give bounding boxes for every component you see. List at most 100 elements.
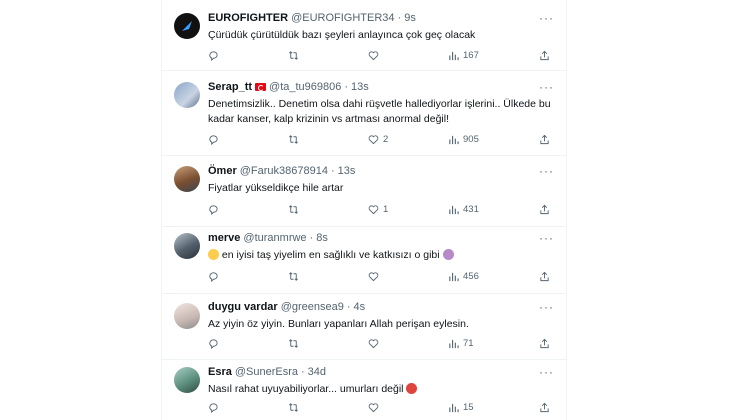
retweet-button[interactable] xyxy=(288,402,368,413)
reply-icon xyxy=(209,51,218,61)
separator-dot: · xyxy=(330,165,335,177)
share-icon xyxy=(540,50,549,61)
tweet[interactable]: Ömer @Faruk38678914 · 13s ··· Fiyatlar y… xyxy=(162,156,566,227)
timestamp[interactable]: 9s xyxy=(404,11,416,25)
reply-button[interactable] xyxy=(208,402,288,413)
more-options-icon[interactable]: ··· xyxy=(539,164,554,178)
separator-dot: · xyxy=(397,12,402,24)
share-button[interactable] xyxy=(539,134,554,145)
retweet-icon xyxy=(289,403,298,412)
views-count: 71 xyxy=(463,338,474,349)
avatar[interactable] xyxy=(174,367,200,393)
tweet-text: Fiyatlar yükseldikçe hile artar xyxy=(208,182,344,194)
retweet-icon xyxy=(289,339,298,348)
views-button[interactable]: 71 xyxy=(448,338,528,349)
like-count: 2 xyxy=(383,134,389,145)
user-handle[interactable]: @SunerEsra xyxy=(235,365,298,379)
reply-button[interactable] xyxy=(208,271,288,282)
more-options-icon[interactable]: ··· xyxy=(539,300,554,314)
tweet-text-content: en iyisi taş yiyelim en sağlıklı ve katk… xyxy=(221,249,440,261)
reply-icon xyxy=(209,135,218,145)
woman-facepalming-emoji-icon xyxy=(442,249,454,260)
views-icon xyxy=(449,403,459,413)
share-icon xyxy=(540,271,549,282)
views-icon xyxy=(449,339,459,349)
timestamp[interactable]: 4s xyxy=(354,300,366,314)
timestamp[interactable]: 13s xyxy=(338,164,356,178)
more-options-icon[interactable]: ··· xyxy=(539,80,554,94)
tweet[interactable]: Serap_tt @ta_tu969806 · 13s ··· Denetims… xyxy=(162,71,566,156)
retweet-button[interactable] xyxy=(288,338,368,349)
tweet[interactable]: duygu vardar @greensea9 · 4s ··· Az yiyi… xyxy=(162,294,566,360)
share-button[interactable] xyxy=(539,402,554,413)
tweet-text: Nasıl rahat uyuyabiliyorlar... umurları … xyxy=(208,382,554,397)
timestamp[interactable]: 13s xyxy=(351,80,369,94)
share-button[interactable] xyxy=(539,50,554,61)
heart-icon xyxy=(368,403,379,413)
like-button[interactable] xyxy=(368,338,448,349)
more-options-icon[interactable]: ··· xyxy=(539,231,554,245)
views-button[interactable]: 15 xyxy=(448,402,528,413)
share-button[interactable] xyxy=(539,338,554,349)
display-name[interactable]: EUROFIGHTER xyxy=(208,11,288,25)
retweet-button[interactable] xyxy=(288,50,368,61)
display-name[interactable]: duygu vardar xyxy=(208,300,278,314)
user-handle[interactable]: @turanmrwe xyxy=(243,231,306,245)
more-options-icon[interactable]: ··· xyxy=(539,11,554,25)
like-button[interactable]: 2 xyxy=(368,134,448,145)
more-options-icon[interactable]: ··· xyxy=(539,365,554,379)
timestamp[interactable]: 8s xyxy=(316,231,328,245)
reply-button[interactable] xyxy=(208,50,288,61)
timestamp[interactable]: 34d xyxy=(308,365,326,379)
views-button[interactable]: 167 xyxy=(448,50,528,61)
display-name[interactable]: Ömer xyxy=(208,164,237,178)
retweet-icon xyxy=(289,135,298,144)
avatar[interactable] xyxy=(174,166,200,192)
views-count: 167 xyxy=(463,50,479,61)
retweet-button[interactable] xyxy=(288,134,368,145)
retweet-icon xyxy=(289,51,298,60)
avatar[interactable] xyxy=(174,233,200,259)
share-button[interactable] xyxy=(539,271,554,282)
like-button[interactable] xyxy=(368,402,448,413)
separator-dot: · xyxy=(346,301,351,313)
reply-button[interactable] xyxy=(208,338,288,349)
retweet-button[interactable] xyxy=(288,204,368,215)
tweet-text: Çürüdük çürütüldük bazı şeyleri anlayınc… xyxy=(208,29,476,41)
heart-icon xyxy=(368,272,379,282)
user-handle[interactable]: @Faruk38678914 xyxy=(240,164,328,178)
share-icon xyxy=(540,402,549,413)
share-button[interactable] xyxy=(539,204,554,215)
heart-icon xyxy=(368,339,379,349)
reply-button[interactable] xyxy=(208,204,288,215)
user-handle[interactable]: @greensea9 xyxy=(281,300,344,314)
retweet-button[interactable] xyxy=(288,271,368,282)
reply-icon xyxy=(209,339,218,349)
like-button[interactable] xyxy=(368,50,448,61)
views-button[interactable]: 905 xyxy=(448,134,528,145)
avatar[interactable] xyxy=(174,82,200,108)
views-button[interactable]: 456 xyxy=(448,271,528,282)
heart-icon xyxy=(368,51,379,61)
like-button[interactable]: 1 xyxy=(368,204,448,215)
like-count: 1 xyxy=(383,204,389,215)
user-handle[interactable]: @EUROFIGHTER34 xyxy=(291,11,394,25)
views-count: 431 xyxy=(463,204,479,215)
tweet-text: Denetimsizlik.. Denetim olsa dahi rüşvet… xyxy=(208,98,551,125)
display-name[interactable]: merve xyxy=(208,231,240,245)
tweet[interactable]: Esra @SunerEsra · 34d ··· Nasıl rahat uy… xyxy=(162,360,566,420)
views-icon xyxy=(449,205,459,215)
avatar[interactable] xyxy=(174,303,200,329)
avatar[interactable] xyxy=(174,13,200,39)
user-handle[interactable]: @ta_tu969806 xyxy=(269,80,341,94)
tweet-text-content: Nasıl rahat uyuyabiliyorlar... umurları … xyxy=(208,383,404,395)
display-name[interactable]: Serap_tt xyxy=(208,80,252,94)
separator-dot: · xyxy=(309,232,314,244)
tweet[interactable]: merve @turanmrwe · 8s ··· en iyisi taş y… xyxy=(162,227,566,294)
like-button[interactable] xyxy=(368,271,448,282)
separator-dot: · xyxy=(301,366,305,378)
reply-button[interactable] xyxy=(208,134,288,145)
display-name[interactable]: Esra xyxy=(208,365,232,379)
views-button[interactable]: 431 xyxy=(448,204,528,215)
tweet[interactable]: EUROFIGHTER @EUROFIGHTER34 · 9s ··· Çürü… xyxy=(162,0,566,71)
